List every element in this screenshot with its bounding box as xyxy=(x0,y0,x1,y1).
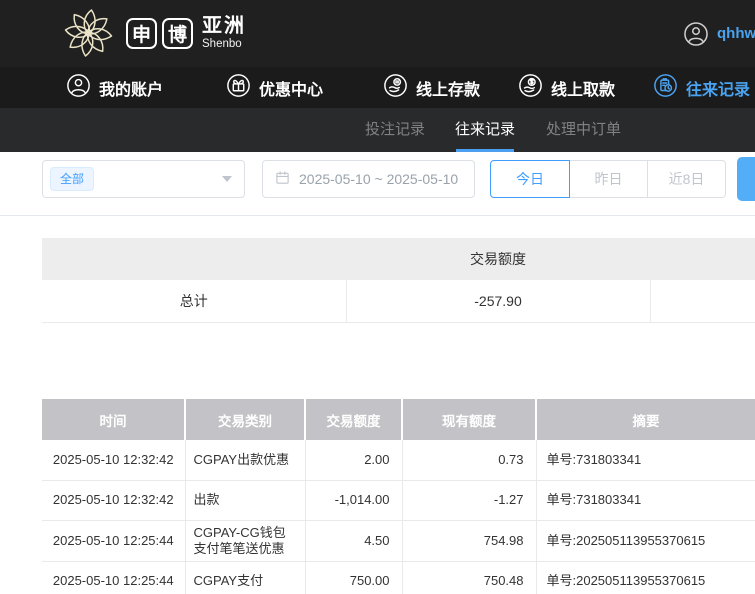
col-header-balance: 现有额度 xyxy=(402,399,537,440)
cell-type: 出款 xyxy=(185,480,306,521)
cell-balance: 754.98 xyxy=(402,520,537,562)
col-header-amount: 交易额度 xyxy=(305,399,403,440)
cell-amount: 4.50 xyxy=(305,520,403,562)
deposit-icon xyxy=(383,73,408,103)
nav-item-my-account[interactable]: 我的账户 xyxy=(66,67,163,108)
table-row: 2025-05-10 12:25:44 CGPAY支付 750.00 750.4… xyxy=(42,561,755,594)
transactions-table: 时间 交易类别 交易额度 现有额度 摘要 2025-05-10 12:32:42… xyxy=(42,399,755,594)
cell-type: CGPAY支付 xyxy=(185,561,306,594)
cell-summary: 单号:202505113955370615 xyxy=(536,520,755,562)
logo[interactable]: 申 博 亚洲 Shenbo xyxy=(60,5,246,61)
cell-summary: 单号:731803341 xyxy=(536,440,755,481)
cell-type: CGPAY出款优惠 xyxy=(185,440,306,481)
cell-time: 2025-05-10 12:32:42 xyxy=(42,480,186,521)
table-row: 2025-05-10 12:25:44 CGPAY-CG钱包支付笔笔送优惠 4.… xyxy=(42,520,755,562)
nav-item-label: 往来记录 xyxy=(686,81,751,99)
nav-item-label: 我的账户 xyxy=(99,81,164,99)
summary-empty-cell xyxy=(650,280,755,323)
filter-separator xyxy=(0,215,755,216)
calendar-icon xyxy=(275,170,290,188)
user-avatar-icon xyxy=(683,21,709,47)
cell-summary: 单号:202505113955370615 xyxy=(536,561,755,594)
nav-item-label: 线上存款 xyxy=(416,81,481,99)
table-header-row: 时间 交易类别 交易额度 现有额度 摘要 xyxy=(42,399,755,440)
withdraw-icon xyxy=(518,73,543,103)
cell-balance: 0.73 xyxy=(402,440,537,481)
nav-item-withdraw[interactable]: 线上取款 xyxy=(518,67,615,108)
summary-header-row: 交易额度 xyxy=(42,238,755,280)
page: 申 博 亚洲 Shenbo qhhw 我的账户 优惠中心 线上存款 线上取款 往… xyxy=(0,0,755,594)
cell-type: CGPAY-CG钱包支付笔笔送优惠 xyxy=(185,520,306,562)
username: qhhw xyxy=(717,25,755,42)
date-range-picker[interactable]: 2025-05-10 ~ 2025-05-10 xyxy=(262,160,475,198)
table-row: 2025-05-10 12:32:42 CGPAY出款优惠 2.00 0.73 … xyxy=(42,440,755,481)
summary-header-amount: 交易额度 xyxy=(346,238,650,280)
records-icon xyxy=(653,73,678,103)
col-header-summary: 摘要 xyxy=(536,399,755,440)
user-menu[interactable]: qhhw xyxy=(683,0,755,67)
quick-date-button-group: 今日 昨日 近8日 xyxy=(490,160,726,198)
summary-total-label: 总计 xyxy=(42,280,347,323)
account-icon xyxy=(66,73,91,103)
col-header-type: 交易类别 xyxy=(185,399,306,440)
tab-pending-orders[interactable]: 处理中订单 xyxy=(546,108,621,152)
cell-balance: -1.27 xyxy=(402,480,537,521)
tab-transaction-records[interactable]: 往来记录 xyxy=(455,108,515,152)
selected-type-tag: 全部 xyxy=(50,167,95,191)
gift-icon xyxy=(226,73,251,103)
main-nav: 我的账户 优惠中心 线上存款 线上取款 往来记录 xyxy=(0,67,755,108)
logo-char-bo: 博 xyxy=(162,17,193,49)
cell-amount: 2.00 xyxy=(305,440,403,481)
today-button[interactable]: 今日 xyxy=(490,160,570,198)
table-row: 2025-05-10 12:32:42 出款 -1,014.00 -1.27 单… xyxy=(42,480,755,521)
chevron-down-icon xyxy=(222,176,232,182)
summary-header-empty xyxy=(650,238,755,280)
top-header: 申 博 亚洲 Shenbo qhhw xyxy=(0,0,755,67)
transaction-type-select[interactable]: 全部 xyxy=(42,160,245,198)
nav-item-label: 线上取款 xyxy=(551,81,616,99)
cell-summary: 单号:731803341 xyxy=(536,480,755,521)
logo-region: 亚洲 xyxy=(202,14,246,37)
summary-table: 交易额度 总计 -257.90 xyxy=(42,238,755,323)
cell-amount: 750.00 xyxy=(305,561,403,594)
tab-bar: 投注记录 往来记录 处理中订单 xyxy=(0,108,755,152)
cell-time: 2025-05-10 12:32:42 xyxy=(42,440,186,481)
tab-betting-records[interactable]: 投注记录 xyxy=(365,108,425,152)
summary-total-row: 总计 -257.90 xyxy=(42,280,755,323)
yesterday-button[interactable]: 昨日 xyxy=(569,160,648,198)
nav-item-promotions[interactable]: 优惠中心 xyxy=(226,67,323,108)
cell-amount: -1,014.00 xyxy=(305,480,403,521)
cell-time: 2025-05-10 12:25:44 xyxy=(42,520,186,562)
summary-total-value: -257.90 xyxy=(346,280,651,323)
col-header-time: 时间 xyxy=(42,399,186,440)
cell-time: 2025-05-10 12:25:44 xyxy=(42,561,186,594)
cell-balance: 750.48 xyxy=(402,561,537,594)
last-8-days-button[interactable]: 近8日 xyxy=(647,160,726,198)
flower-logo-icon xyxy=(60,5,117,61)
search-button[interactable] xyxy=(737,157,755,201)
logo-char-shen: 申 xyxy=(126,17,157,49)
nav-item-label: 优惠中心 xyxy=(259,81,324,99)
logo-subtitle: Shenbo xyxy=(202,37,242,50)
nav-item-transactions[interactable]: 往来记录 xyxy=(653,67,750,108)
nav-item-deposit[interactable]: 线上存款 xyxy=(383,67,480,108)
summary-header-empty xyxy=(42,238,346,280)
date-range-value: 2025-05-10 ~ 2025-05-10 xyxy=(299,171,459,187)
